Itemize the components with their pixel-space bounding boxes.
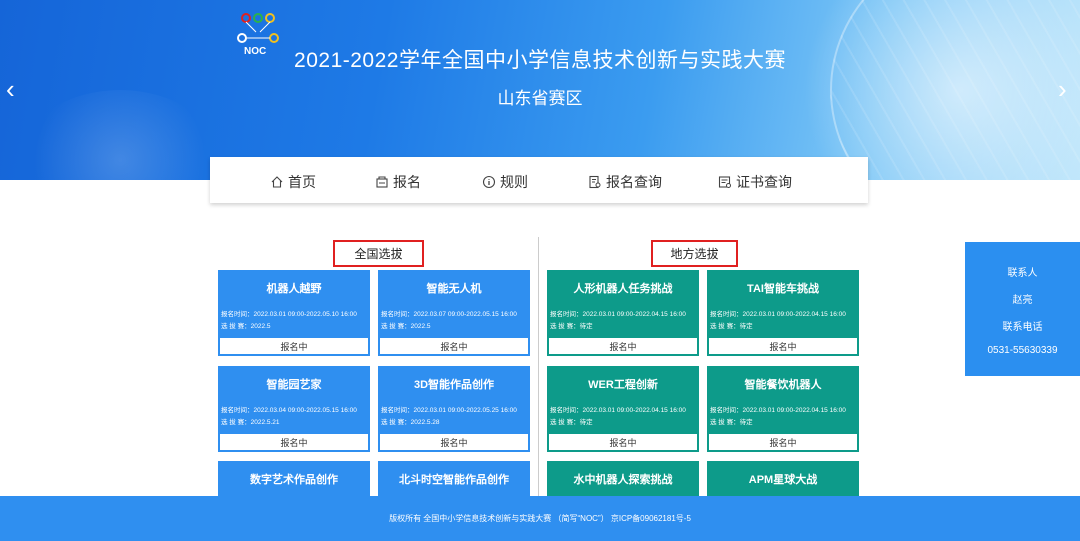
card-selection-date: 选 拔 赛：待定 <box>710 419 753 426</box>
card-title: 水中机器人探索挑战 <box>573 474 673 486</box>
register-icon <box>376 176 388 188</box>
footer-copyright: 版权所有 全国中小学信息技术创新与实践大赛 （简写“NOC”） 京ICP备090… <box>389 514 691 523</box>
nav-item-certificate-query[interactable]: 证书查询 <box>718 172 792 192</box>
nav-item-register[interactable]: 报名 <box>375 172 421 192</box>
card-status-button[interactable]: 报名中 <box>219 337 369 355</box>
certificate-icon <box>718 176 731 188</box>
competition-card[interactable]: 智能餐饮机器人 报名时间：2022.03.01 09:00-2022.04.15… <box>707 366 859 452</box>
banner: ‹ › NOC 2021-2022学年全国中小学信息技术创新与实践大赛 山东省赛… <box>0 0 1080 180</box>
competition-card[interactable]: WER工程创新 报名时间：2022.03.01 09:00-2022.04.15… <box>547 366 699 452</box>
card-title: 机器人越野 <box>266 283 322 295</box>
prev-arrow-icon[interactable]: ‹ <box>6 76 15 102</box>
card-selection-date: 选 拔 赛：2022.5 <box>221 323 271 330</box>
local-selection-label[interactable]: 地方选拔 <box>651 240 738 267</box>
competition-card[interactable]: 智能园艺家 报名时间：2022.03.04 09:00-2022.05.15 1… <box>218 366 370 452</box>
card-status-button[interactable]: 报名中 <box>708 337 858 355</box>
card-status-button[interactable]: 报名中 <box>548 337 698 355</box>
card-title: 3D智能作品创作 <box>413 379 495 391</box>
footer: 版权所有 全国中小学信息技术创新与实践大赛 （简写“NOC”） 京ICP备090… <box>0 496 1080 541</box>
nav-item-home[interactable]: 首页 <box>270 172 316 192</box>
card-selection-date: 选 拔 赛：2022.5.28 <box>381 419 440 426</box>
search-doc-icon <box>589 175 601 189</box>
card-title: 智能餐饮机器人 <box>744 379 822 391</box>
nav-item-label: 证书查询 <box>736 174 792 190</box>
card-selection-date: 选 拔 赛：待定 <box>550 419 593 426</box>
card-selection-date: 选 拔 赛：2022.5.21 <box>221 419 280 426</box>
card-selection-date: 选 拔 赛：待定 <box>550 323 593 330</box>
page-title: 2021-2022学年全国中小学信息技术创新与实践大赛 <box>294 49 786 72</box>
nav-item-label: 报名 <box>393 174 421 190</box>
info-icon <box>482 175 496 189</box>
nav-item-rules[interactable]: 规则 <box>482 172 528 192</box>
card-registration-time: 报名时间：2022.03.01 09:00-2022.05.10 16:00 <box>221 311 357 318</box>
contact-phone-label: 联系电话 <box>1002 322 1043 333</box>
card-registration-time: 报名时间：2022.03.01 09:00-2022.04.15 16:00 <box>710 311 846 318</box>
competition-card[interactable]: 人形机器人任务挑战 报名时间：2022.03.01 09:00-2022.04.… <box>547 270 699 356</box>
card-status-button[interactable]: 报名中 <box>379 337 529 355</box>
card-registration-time: 报名时间：2022.03.01 09:00-2022.04.15 16:00 <box>710 407 846 414</box>
card-title: APM星球大战 <box>748 474 818 486</box>
contact-panel: 联系人 赵亮 联系电话 0531-55630339 <box>965 242 1080 376</box>
main-nav: 首页 报名 规则 报名查询 证书查询 <box>210 157 868 203</box>
card-registration-time: 报名时间：2022.03.01 09:00-2022.05.25 16:00 <box>381 407 517 414</box>
contact-person-label: 联系人 <box>1007 268 1038 279</box>
card-registration-time: 报名时间：2022.03.01 09:00-2022.04.15 16:00 <box>550 407 686 414</box>
section-divider <box>538 237 539 497</box>
card-status-button[interactable]: 报名中 <box>548 433 698 451</box>
card-title: WER工程创新 <box>588 379 658 391</box>
card-title: 智能无人机 <box>426 283 482 295</box>
competition-card[interactable]: TAI智能车挑战 报名时间：2022.03.01 09:00-2022.04.1… <box>707 270 859 356</box>
card-title: TAI智能车挑战 <box>747 283 819 295</box>
home-icon <box>271 176 283 188</box>
national-selection-label[interactable]: 全国选拔 <box>333 240 424 267</box>
contact-phone: 0531-55630339 <box>987 345 1058 356</box>
card-selection-date: 选 拔 赛：2022.5 <box>381 323 431 330</box>
card-registration-time: 报名时间：2022.03.04 09:00-2022.05.15 16:00 <box>221 407 357 414</box>
card-status-button[interactable]: 报名中 <box>219 433 369 451</box>
nav-item-registration-query[interactable]: 报名查询 <box>588 172 662 192</box>
competition-card[interactable]: 3D智能作品创作 报名时间：2022.03.01 09:00-2022.05.2… <box>378 366 530 452</box>
card-title: 人形机器人任务挑战 <box>573 283 673 295</box>
nav-item-label: 规则 <box>500 174 528 190</box>
card-selection-date: 选 拔 赛：待定 <box>710 323 753 330</box>
card-title: 北斗时空智能作品创作 <box>399 474 509 486</box>
page-subtitle: 山东省赛区 <box>497 89 583 108</box>
card-title: 智能园艺家 <box>266 379 322 391</box>
card-registration-time: 报名时间：2022.03.07 09:00-2022.05.15 16:00 <box>381 311 517 318</box>
nav-item-label: 报名查询 <box>606 174 662 190</box>
competition-card[interactable]: 智能无人机 报名时间：2022.03.07 09:00-2022.05.15 1… <box>378 270 530 356</box>
nav-item-label: 首页 <box>288 174 316 190</box>
card-status-button[interactable]: 报名中 <box>708 433 858 451</box>
card-registration-time: 报名时间：2022.03.01 09:00-2022.04.15 16:00 <box>550 311 686 318</box>
card-status-button[interactable]: 报名中 <box>379 433 529 451</box>
card-title: 数字艺术作品创作 <box>250 474 338 486</box>
next-arrow-icon[interactable]: › <box>1058 76 1067 102</box>
contact-person: 赵亮 <box>1012 295 1033 306</box>
competition-card[interactable]: 机器人越野 报名时间：2022.03.01 09:00-2022.05.10 1… <box>218 270 370 356</box>
